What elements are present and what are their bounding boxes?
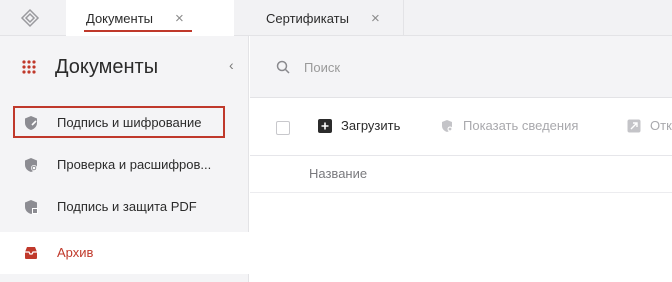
- apps-grid-icon[interactable]: [22, 60, 36, 74]
- shield-verify-icon: [25, 158, 37, 172]
- show-details-label: Показать сведения: [463, 118, 579, 133]
- search-bar: [250, 36, 672, 98]
- upload-label: Загрузить: [341, 118, 401, 133]
- plus-icon: [318, 118, 332, 133]
- close-icon[interactable]: ×: [371, 11, 380, 26]
- column-header-name[interactable]: Название: [309, 166, 367, 181]
- upload-button[interactable]: Загрузить: [318, 118, 400, 133]
- open-label: Отк: [650, 118, 672, 133]
- sidebar-item-label: Подпись и защита PDF: [57, 199, 197, 214]
- sidebar-header: Документы ‹: [0, 36, 249, 98]
- archive-icon: [25, 247, 37, 259]
- sidebar-item-label: Архив: [57, 245, 94, 260]
- sidebar-item-label: Проверка и расшифров...: [57, 157, 212, 172]
- show-details-button[interactable]: Показать сведения: [440, 118, 578, 133]
- main-panel: Загрузить Показать сведения Отк Название: [250, 36, 672, 282]
- sidebar-item-sign-pdf[interactable]: Подпись и защита PDF: [0, 186, 249, 228]
- sidebar: Документы ‹ Подпись и шифрование Проверк…: [0, 36, 249, 282]
- tab-bar: Документы × Сертификаты ×: [0, 0, 672, 36]
- tab-certificates[interactable]: Сертификаты ×: [246, 0, 404, 36]
- header-divider: [250, 192, 672, 193]
- sidebar-item-archive[interactable]: Архив: [0, 232, 249, 274]
- collapse-sidebar-icon[interactable]: ‹: [229, 57, 234, 73]
- toolbar: Загрузить Показать сведения Отк: [250, 98, 672, 156]
- active-tab-underline: [84, 30, 192, 32]
- search-input[interactable]: [304, 56, 604, 78]
- select-all-checkbox[interactable]: [276, 121, 290, 135]
- search-icon: [276, 60, 290, 74]
- selection-highlight: [13, 106, 225, 138]
- app-logo-icon[interactable]: [20, 8, 40, 28]
- shield-pdf-icon: [25, 200, 38, 214]
- close-icon[interactable]: ×: [175, 11, 184, 26]
- shield-info-icon: [442, 119, 453, 132]
- open-external-icon: [627, 119, 641, 132]
- sidebar-title: Документы: [55, 56, 159, 78]
- sidebar-item-verify-decrypt[interactable]: Проверка и расшифров...: [0, 144, 249, 186]
- tab-documents-label: Документы: [86, 10, 154, 26]
- open-button[interactable]: Отк: [627, 118, 672, 133]
- tab-certificates-label: Сертификаты: [266, 10, 349, 26]
